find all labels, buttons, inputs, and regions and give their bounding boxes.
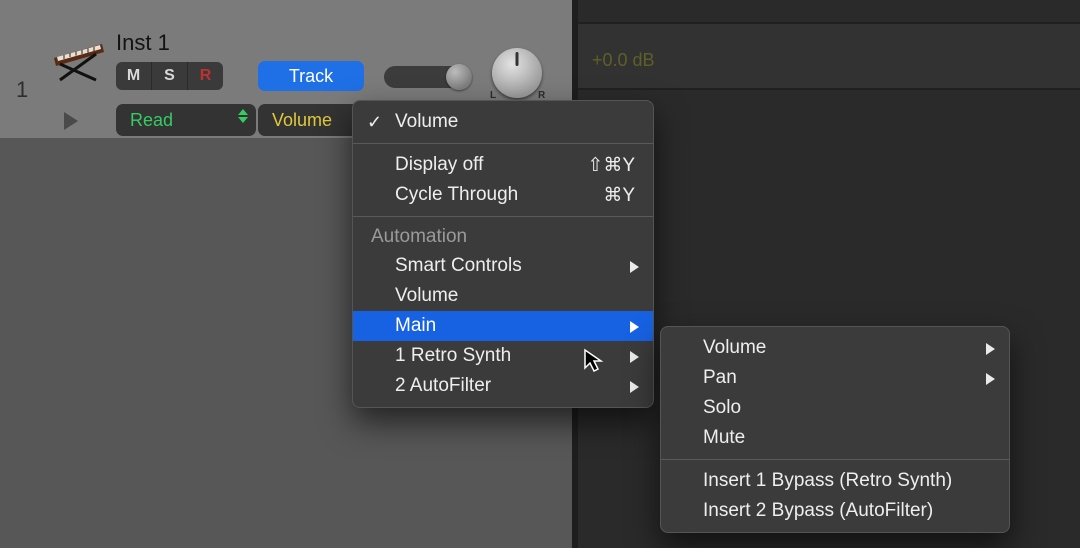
stepper-icon <box>238 109 248 123</box>
chevron-right-icon <box>630 321 639 333</box>
shortcut-label: ⇧⌘Y <box>587 154 635 177</box>
track-name[interactable]: Inst 1 <box>116 30 170 56</box>
automation-mode-select[interactable]: Read <box>116 104 256 136</box>
menu-label: Insert 2 Bypass (AutoFilter) <box>703 500 933 522</box>
menu-label: Volume <box>395 111 458 133</box>
track-number: 1 <box>16 77 28 103</box>
menu-label: Insert 1 Bypass (Retro Synth) <box>703 470 952 492</box>
volume-thumb[interactable] <box>446 64 472 90</box>
menu-section-header: Automation <box>353 223 653 251</box>
automation-mode-label: Read <box>130 110 173 131</box>
menu-item-volume[interactable]: Volume <box>353 281 653 311</box>
submenu-item-solo[interactable]: Solo <box>661 393 1009 423</box>
chevron-right-icon <box>986 343 995 355</box>
chevron-right-icon <box>986 373 995 385</box>
submenu-item-pan[interactable]: Pan <box>661 363 1009 393</box>
chevron-right-icon <box>630 351 639 363</box>
menu-item-display-off[interactable]: Display off ⇧⌘Y <box>353 150 653 180</box>
track-automation-toggle[interactable]: Track <box>258 61 364 91</box>
menu-label: Smart Controls <box>395 255 522 277</box>
menu-separator <box>661 459 1009 460</box>
submenu-item-insert2-bypass[interactable]: Insert 2 Bypass (AutoFilter) <box>661 496 1009 526</box>
volume-slider[interactable] <box>384 66 472 88</box>
submenu-item-mute[interactable]: Mute <box>661 423 1009 453</box>
msr-group: M S R <box>116 62 223 90</box>
pan-knob[interactable] <box>492 48 542 98</box>
menu-item-smart-controls[interactable]: Smart Controls <box>353 251 653 281</box>
automation-value-label: +0.0 dB <box>592 50 655 71</box>
chevron-right-icon <box>630 261 639 273</box>
menu-label: Solo <box>703 397 741 419</box>
menu-separator <box>353 143 653 144</box>
menu-separator <box>353 216 653 217</box>
menu-label: Volume <box>395 285 458 307</box>
menu-item-cycle-through[interactable]: Cycle Through ⌘Y <box>353 180 653 210</box>
automation-parameter-label: Volume <box>272 110 332 131</box>
record-enable-button[interactable]: R <box>188 62 223 90</box>
automation-disclosure[interactable] <box>64 112 78 130</box>
menu-label: Mute <box>703 427 745 449</box>
automation-parameter-menu: ✓ Volume Display off ⇧⌘Y Cycle Through ⌘… <box>352 100 654 408</box>
shortcut-label: ⌘Y <box>603 184 635 207</box>
menu-label: Display off <box>395 154 483 176</box>
check-icon: ✓ <box>367 112 382 133</box>
menu-label: Pan <box>703 367 737 389</box>
automation-main-submenu: Volume Pan Solo Mute Insert 1 Bypass (Re… <box>660 326 1010 533</box>
menu-item-retro-synth[interactable]: 1 Retro Synth <box>353 341 653 371</box>
chevron-right-icon <box>630 381 639 393</box>
instrument-icon[interactable] <box>48 24 108 84</box>
menu-label: 2 AutoFilter <box>395 375 491 397</box>
submenu-item-insert1-bypass[interactable]: Insert 1 Bypass (Retro Synth) <box>661 466 1009 496</box>
menu-label: Cycle Through <box>395 184 518 206</box>
mute-button[interactable]: M <box>116 62 152 90</box>
lane-border <box>578 88 1080 90</box>
menu-label: Volume <box>703 337 766 359</box>
menu-item-volume-current[interactable]: ✓ Volume <box>353 107 653 137</box>
menu-item-autofilter[interactable]: 2 AutoFilter <box>353 371 653 401</box>
solo-button[interactable]: S <box>152 62 188 90</box>
menu-label: Main <box>395 315 436 337</box>
track-automation-label: Track <box>289 66 333 87</box>
menu-label: 1 Retro Synth <box>395 345 511 367</box>
menu-item-main[interactable]: Main <box>353 311 653 341</box>
submenu-item-volume[interactable]: Volume <box>661 333 1009 363</box>
